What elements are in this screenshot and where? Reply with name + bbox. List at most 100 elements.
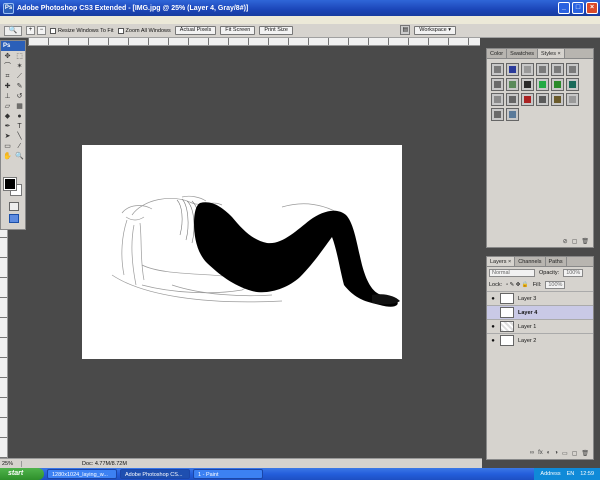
style-preset-swatch xyxy=(569,66,576,73)
tab-styles[interactable]: Styles × xyxy=(538,49,565,58)
delete-style-icon[interactable]: 🗑 xyxy=(581,238,589,245)
document-size-info[interactable]: Doc: 4.77M/8.72M xyxy=(82,461,127,467)
dodge-tool-icon[interactable]: ● xyxy=(14,112,25,121)
delete-layer-icon[interactable]: 🗑 xyxy=(581,450,589,457)
path-selection-tool-icon[interactable]: ➤ xyxy=(2,132,13,141)
checkbox-icon xyxy=(117,27,124,34)
fit-screen-button[interactable]: Fit Screen xyxy=(220,26,256,35)
fill-input[interactable]: 100% xyxy=(545,281,566,289)
layer-row[interactable]: ● Layer 1 xyxy=(487,319,593,333)
blur-tool-icon[interactable]: ◆ xyxy=(2,112,13,121)
zoom-out-icon[interactable]: − xyxy=(37,26,46,35)
taskbar-item[interactable]: Adobe Photoshop CS... xyxy=(120,469,190,479)
style-preset[interactable] xyxy=(506,78,519,91)
workspace-dropdown[interactable]: Workspace ▾ xyxy=(414,25,456,35)
zoom-all-windows-label: Zoom All Windows xyxy=(125,27,171,34)
tab-channels[interactable]: Channels xyxy=(515,257,546,266)
minimize-button[interactable]: _ xyxy=(558,2,570,14)
visibility-eye-icon[interactable]: ● xyxy=(487,338,499,344)
style-preset[interactable] xyxy=(491,108,504,121)
clone-stamp-tool-icon[interactable]: ⊥ xyxy=(2,92,13,101)
hand-tool-icon[interactable]: ✋ xyxy=(2,152,13,161)
style-preset[interactable] xyxy=(506,93,519,106)
new-style-icon[interactable]: ▢ xyxy=(572,238,578,245)
palette-well-icon[interactable]: ▤ xyxy=(400,25,411,35)
tab-layers[interactable]: Layers × xyxy=(487,257,516,266)
tab-paths[interactable]: Paths xyxy=(546,257,567,266)
actual-pixels-button[interactable]: Actual Pixels xyxy=(174,26,217,35)
opacity-input[interactable]: 100% xyxy=(563,269,584,277)
foreground-color-swatch[interactable] xyxy=(3,177,17,191)
blend-row: Normal Opacity: 100% xyxy=(487,267,593,279)
clear-style-icon[interactable]: ⊘ xyxy=(563,238,568,245)
layer-style-icon[interactable]: fx xyxy=(538,450,543,457)
link-layers-icon[interactable]: ∞ xyxy=(530,450,534,457)
new-layer-icon[interactable]: ▢ xyxy=(572,450,578,457)
style-preset[interactable] xyxy=(536,93,549,106)
taskbar-item[interactable]: 1 - Paint xyxy=(193,469,263,479)
new-group-icon[interactable]: ▭ xyxy=(562,450,568,457)
close-button[interactable]: × xyxy=(586,2,598,14)
adjustment-layer-icon[interactable]: ◑ xyxy=(554,450,558,457)
healing-brush-tool-icon[interactable]: ✚ xyxy=(2,82,13,91)
slice-tool-icon[interactable]: ⟋ xyxy=(14,72,25,81)
marquee-tool-icon[interactable]: ⬚ xyxy=(14,52,25,61)
taskbar: start 1280x1024_laying_w... Adobe Photosh… xyxy=(0,468,600,480)
eyedropper-tool-icon[interactable]: ⁄ xyxy=(14,142,25,151)
zoom-tool-preset-icon[interactable]: 🔍 xyxy=(4,25,22,36)
layer-mask-icon[interactable]: ◐ xyxy=(547,450,551,457)
address-label[interactable]: Address xyxy=(540,471,560,477)
zoom-all-windows-checkbox[interactable]: Zoom All Windows xyxy=(117,27,171,34)
style-preset[interactable] xyxy=(566,78,579,91)
magic-wand-tool-icon[interactable]: ✶ xyxy=(14,62,25,71)
language-indicator[interactable]: EN xyxy=(567,471,575,477)
layer-row[interactable]: ● Layer 3 xyxy=(487,291,593,305)
quick-mask-icon[interactable] xyxy=(9,202,19,211)
zoom-tool-icon[interactable]: 🔍 xyxy=(14,152,25,161)
style-preset-swatch xyxy=(554,66,561,73)
tab-color[interactable]: Color xyxy=(487,49,508,58)
screen-mode-icon[interactable] xyxy=(9,214,19,223)
maximize-button[interactable]: □ xyxy=(572,2,584,14)
tab-swatches[interactable]: Swatches xyxy=(507,49,539,58)
style-preset[interactable] xyxy=(506,108,519,121)
visibility-eye-icon[interactable]: ● xyxy=(487,296,499,302)
style-preset[interactable] xyxy=(521,78,534,91)
document-canvas[interactable] xyxy=(82,145,402,359)
blend-mode-select[interactable]: Normal xyxy=(489,269,535,277)
layer-row[interactable]: Layer 4 xyxy=(487,305,593,319)
layer-row[interactable]: ● Layer 2 xyxy=(487,333,593,347)
pen-tool-icon[interactable]: ✒ xyxy=(2,122,13,131)
eraser-tool-icon[interactable]: ▱ xyxy=(2,102,13,111)
style-preset[interactable] xyxy=(536,78,549,91)
taskbar-item[interactable]: 1280x1024_laying_w... xyxy=(47,469,117,479)
style-preset[interactable] xyxy=(566,93,579,106)
style-preset[interactable] xyxy=(521,93,534,106)
brush-tool-icon[interactable]: ✎ xyxy=(14,82,25,91)
gradient-tool-icon[interactable]: ▦ xyxy=(14,102,25,111)
lock-icons[interactable]: ▫ ✎ ✥ 🔒 xyxy=(506,282,529,288)
print-size-button[interactable]: Print Size xyxy=(259,26,293,35)
style-preset[interactable] xyxy=(551,78,564,91)
style-preset[interactable] xyxy=(521,63,534,76)
style-preset[interactable] xyxy=(491,78,504,91)
history-brush-tool-icon[interactable]: ↺ xyxy=(14,92,25,101)
style-preset[interactable] xyxy=(551,63,564,76)
visibility-eye-icon[interactable]: ● xyxy=(487,324,499,330)
resize-windows-checkbox[interactable]: Resize Windows To Fit xyxy=(50,27,114,34)
zoom-level[interactable]: 25% xyxy=(0,460,22,467)
notes-tool-icon[interactable]: ▭ xyxy=(2,142,13,151)
move-tool-icon[interactable]: ✥ xyxy=(2,52,13,61)
style-preset[interactable] xyxy=(491,93,504,106)
style-preset[interactable] xyxy=(491,63,504,76)
type-tool-icon[interactable]: T xyxy=(14,122,25,131)
style-preset[interactable] xyxy=(506,63,519,76)
zoom-in-icon[interactable]: + xyxy=(26,26,35,35)
line-tool-icon[interactable]: ╲ xyxy=(14,132,25,141)
lasso-tool-icon[interactable]: ⌒ xyxy=(2,62,13,71)
start-button[interactable]: start xyxy=(0,468,44,480)
style-preset[interactable] xyxy=(566,63,579,76)
style-preset[interactable] xyxy=(551,93,564,106)
crop-tool-icon[interactable]: ⌗ xyxy=(2,72,13,81)
style-preset[interactable] xyxy=(536,63,549,76)
